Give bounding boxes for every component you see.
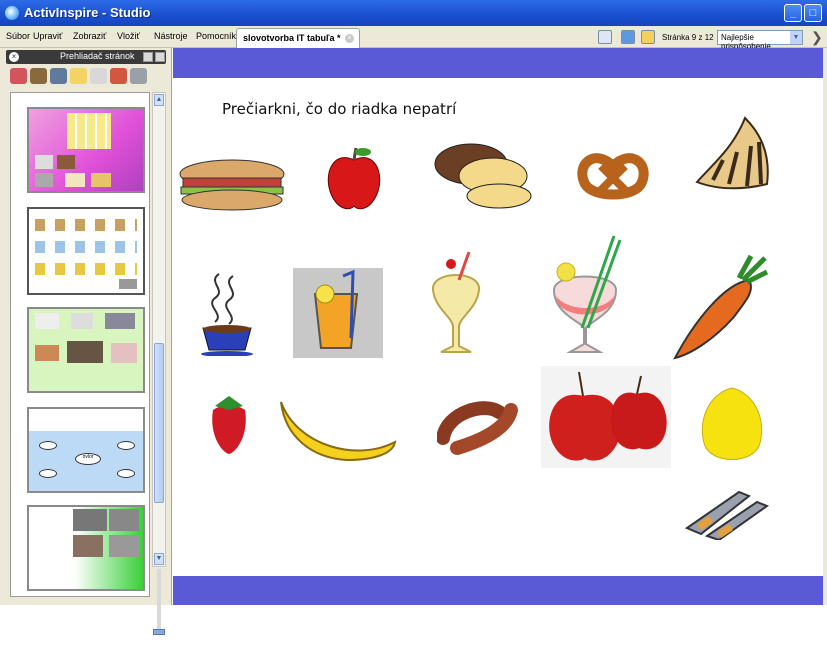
thumb-image xyxy=(91,173,111,187)
maximize-button[interactable]: □ xyxy=(804,4,822,22)
notes-icon[interactable] xyxy=(70,68,87,84)
thumb-image xyxy=(35,313,59,329)
close-tab-icon[interactable]: × xyxy=(345,34,354,43)
close-panel-icon[interactable]: × xyxy=(9,52,19,62)
carrot-image[interactable] xyxy=(673,254,769,364)
page-thumbnail[interactable] xyxy=(27,307,145,393)
minimize-button[interactable]: _ xyxy=(784,4,802,22)
thumb-center-oval: ovlor xyxy=(75,453,101,465)
thumbnail-zoom-slider[interactable] xyxy=(152,569,166,647)
banana-image[interactable] xyxy=(277,398,401,462)
canvas-top-band xyxy=(173,48,827,78)
panel-dock-icon[interactable] xyxy=(155,52,165,62)
pretzel-image[interactable] xyxy=(575,144,651,200)
image-icon[interactable] xyxy=(50,68,67,84)
page-heading: Prečiarkni, čo do riadka nepatrí xyxy=(222,100,457,118)
thumb-oval xyxy=(39,469,57,478)
bread-image[interactable] xyxy=(433,140,533,212)
page-thumbnail[interactable]: ovlor xyxy=(27,407,145,493)
page-browser-panel: × Prehliadač stránok ovlor ▲ ▼ xyxy=(0,48,172,635)
thumb-image xyxy=(71,313,93,329)
thumbnail-scrollbar[interactable]: ▲ ▼ xyxy=(152,92,166,567)
thumb-image xyxy=(105,313,135,329)
milkshake-image[interactable] xyxy=(425,250,487,358)
menu-edit[interactable]: Upraviť xyxy=(33,31,62,41)
zoom-select[interactable]: Najlepšie prispôsobenie ▼ xyxy=(717,30,803,51)
thumb-row xyxy=(35,241,137,253)
page-browser-title: Prehliadač stránok xyxy=(60,51,135,61)
film-icon[interactable] xyxy=(30,68,47,84)
chevron-down-icon[interactable]: ▼ xyxy=(790,31,802,44)
thumb-image xyxy=(67,341,103,363)
page-thumbnails: ovlor xyxy=(10,92,150,597)
page-browser-header: × Prehliadač stránok xyxy=(6,50,166,64)
activinspire-app-icon xyxy=(5,6,19,20)
document-tab-label: slovotvorba IT tabuľa * xyxy=(243,33,341,43)
page-thumbnail[interactable] xyxy=(27,505,145,591)
window-titlebar: ActivInspire - Studio _ □ xyxy=(0,0,827,26)
panel-menu-icon[interactable] xyxy=(143,52,153,62)
slider-knob[interactable] xyxy=(153,629,165,635)
scrollbar-thumb[interactable] xyxy=(154,343,164,503)
apple-image[interactable] xyxy=(323,144,385,214)
page-icon[interactable] xyxy=(90,68,107,84)
lemon-image[interactable] xyxy=(697,384,767,470)
canvas-bottom-band xyxy=(173,576,827,605)
thumb-text-area xyxy=(29,409,143,431)
slider-track xyxy=(157,569,161,635)
scroll-up-icon[interactable]: ▲ xyxy=(154,94,164,106)
thumb-image xyxy=(73,509,107,531)
croissant-image[interactable] xyxy=(693,112,777,196)
pens-image[interactable] xyxy=(683,484,769,540)
tools-icon[interactable] xyxy=(130,68,147,84)
page-thumbnail[interactable] xyxy=(27,107,145,193)
spinner-icon[interactable] xyxy=(110,68,127,84)
desktop-icon[interactable] xyxy=(621,30,635,44)
crossword-grid xyxy=(67,113,111,149)
menu-file[interactable]: Súbor xyxy=(6,31,30,41)
thumb-row xyxy=(35,219,137,231)
document-tab[interactable]: slovotvorba IT tabuľa * × xyxy=(236,28,360,48)
thumb-image xyxy=(109,535,139,557)
flipchart-canvas[interactable]: Prečiarkni, čo do riadka nepatrí xyxy=(173,48,827,605)
thumb-image xyxy=(65,173,85,187)
strawberry-image[interactable] xyxy=(207,394,249,456)
page-view-icon[interactable] xyxy=(598,30,612,44)
next-page-arrow-icon[interactable]: ❯ xyxy=(811,29,823,46)
thumb-image xyxy=(35,173,53,187)
thumb-image xyxy=(73,535,103,557)
thumb-oval xyxy=(117,441,135,450)
red-apples-image[interactable] xyxy=(541,366,671,468)
menu-view[interactable]: Zobraziť xyxy=(73,31,106,41)
coffee-cup-image[interactable] xyxy=(197,270,259,356)
thumb-image xyxy=(57,155,75,169)
thumb-pens xyxy=(119,279,137,289)
sandwich-image[interactable] xyxy=(177,156,287,216)
thumb-row xyxy=(35,263,137,275)
menu-tools[interactable]: Nástroje xyxy=(154,31,188,41)
thumb-image xyxy=(35,155,53,169)
thumb-image xyxy=(111,343,137,363)
page-thumbnail-current[interactable] xyxy=(27,207,145,295)
new-page-icon[interactable] xyxy=(10,68,27,84)
folder-icon[interactable] xyxy=(641,30,655,44)
thumb-oval xyxy=(39,441,57,450)
right-edge-strip xyxy=(823,48,827,605)
cocktail-image[interactable] xyxy=(548,232,622,356)
thumb-image xyxy=(35,345,59,361)
window-title: ActivInspire - Studio xyxy=(24,5,151,20)
thumb-oval xyxy=(117,469,135,478)
menu-insert[interactable]: Vložiť xyxy=(117,31,140,41)
orange-juice-image[interactable] xyxy=(293,268,383,358)
sausage-image[interactable] xyxy=(437,398,521,456)
thumb-image xyxy=(109,509,139,531)
menu-help[interactable]: Pomocník xyxy=(196,31,236,41)
page-indicator: Stránka 9 z 12 xyxy=(662,33,714,42)
scroll-down-icon[interactable]: ▼ xyxy=(154,553,164,565)
